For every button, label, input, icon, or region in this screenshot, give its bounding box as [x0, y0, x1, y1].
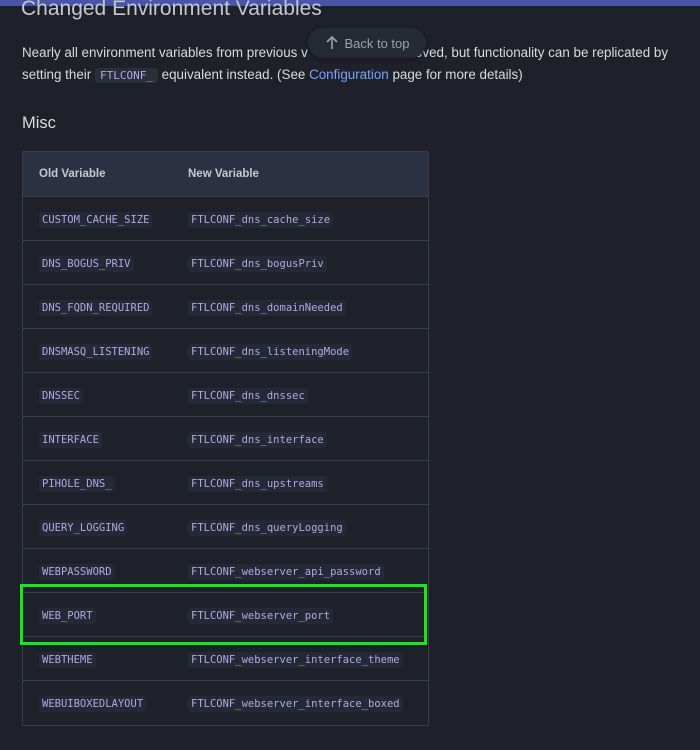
table-row: WEBTHEME FTLCONF_webserver_interface_them… — [23, 637, 428, 681]
table-row: CUSTOM_CACHE_SIZE FTLCONF_dns_cache_size — [23, 197, 428, 241]
table-row: DNSMASQ_LISTENING FTLCONF_dns_listeningMo… — [23, 329, 428, 373]
back-to-top-label: Back to top — [344, 35, 410, 51]
configuration-link[interactable]: Configuration — [309, 67, 389, 82]
new-variable: FTLCONF_webserver_api_password — [188, 563, 384, 580]
intro-text-5: page for more details) — [388, 67, 523, 82]
table-row: DNS_FQDN_REQUIRED FTLCONF_dns_domainNeede… — [23, 285, 428, 329]
section-heading: Changed Environment Variables — [21, 0, 322, 20]
new-variable: FTLCONF_dns_bogusPriv — [188, 255, 327, 272]
old-variable: WEBUIBOXEDLAYOUT — [39, 696, 147, 712]
table-header: Old Variable New Variable — [23, 152, 428, 197]
new-variable: FTLCONF_dns_queryLogging — [188, 519, 346, 536]
new-variable: FTLCONF_dns_interface — [188, 431, 327, 448]
old-variable: WEBTHEME — [39, 651, 96, 668]
table-row: DNSSEC FTLCONF_dns_dnssec — [23, 373, 428, 417]
table-row: WEBUIBOXEDLAYOUT FTLCONF_webserver_interf… — [23, 681, 428, 725]
arrow-up-icon — [324, 35, 340, 51]
intro-text-1: Nearly all environment variables from pr… — [22, 45, 308, 60]
header-new-variable: New Variable — [188, 168, 259, 180]
intro-text-4: equivalent instead. (See — [157, 67, 310, 82]
new-variable: FTLCONF_webserver_interface_boxed — [188, 696, 403, 712]
new-variable: FTLCONF_dns_domainNeeded — [188, 299, 346, 316]
new-variable: FTLCONF_dns_upstreams — [188, 475, 327, 492]
table-row: WEBPASSWORD FTLCONF_webserver_api_passwor… — [23, 549, 428, 593]
misc-heading: Misc — [22, 114, 56, 132]
back-to-top-button[interactable]: Back to top — [308, 28, 426, 58]
old-variable: DNS_BOGUS_PRIV — [39, 255, 134, 272]
old-variable: INTERFACE — [39, 431, 102, 448]
table-row: INTERFACE FTLCONF_dns_interface — [23, 417, 428, 461]
intro-text-2: moved, but functionality can be replicat… — [403, 45, 669, 60]
old-variable: WEBPASSWORD — [39, 563, 115, 580]
new-variable: FTLCONF_dns_cache_size — [188, 211, 334, 228]
old-variable: PIHOLE_DNS_ — [39, 475, 115, 492]
old-variable: QUERY_LOGGING — [39, 519, 128, 536]
table-row: PIHOLE_DNS_ FTLCONF_dns_upstreams — [23, 461, 428, 505]
old-variable: DNSSEC — [39, 387, 83, 404]
intro-text-3: setting their — [22, 67, 95, 82]
old-variable: DNSMASQ_LISTENING — [39, 343, 153, 360]
new-variable: FTLCONF_webserver_interface_theme — [188, 651, 403, 668]
inline-code: FTLCONF_ — [94, 68, 158, 83]
variables-table: Old Variable New Variable CUSTOM_CACHE_S… — [22, 151, 429, 726]
new-variable: FTLCONF_webserver_port — [188, 607, 334, 624]
new-variable: FTLCONF_dns_dnssec — [188, 387, 308, 404]
old-variable: WEB_PORT — [39, 607, 96, 624]
table-row: QUERY_LOGGING FTLCONF_dns_queryLogging — [23, 505, 428, 549]
new-variable: FTLCONF_dns_listeningMode — [188, 343, 353, 360]
table-row: DNS_BOGUS_PRIV FTLCONF_dns_bogusPriv — [23, 241, 428, 285]
header-old-variable: Old Variable — [39, 168, 106, 180]
old-variable: CUSTOM_CACHE_SIZE — [39, 211, 153, 228]
table-row-highlighted: WEB_PORT FTLCONF_webserver_port — [23, 593, 428, 637]
old-variable: DNS_FQDN_REQUIRED — [39, 299, 153, 316]
